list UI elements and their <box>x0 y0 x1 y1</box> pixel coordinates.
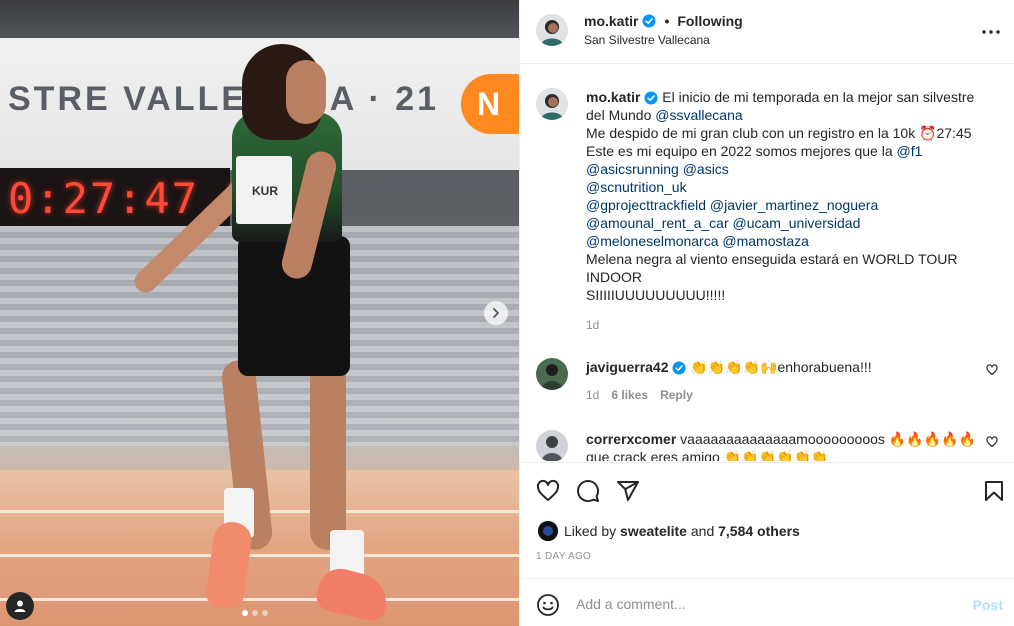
runner-leg <box>310 360 346 550</box>
commenter-username[interactable]: correrxcomer <box>586 431 676 447</box>
race-bib-text: KUR <box>252 184 278 198</box>
post-location[interactable]: San Silvestre Vallecana <box>584 33 710 47</box>
banner-text: STRE VALLECANA · 21 <box>8 80 440 118</box>
caption-line: Me despido de mi gran club con un regist… <box>586 125 972 141</box>
chevron-right-icon <box>493 308 499 318</box>
verified-badge-icon <box>644 91 658 105</box>
commenter-username[interactable]: javiguerra42 <box>586 359 669 375</box>
comments-section[interactable]: mo.katir El inicio de mi temporada en la… <box>520 64 1014 461</box>
reply-button[interactable]: Reply <box>660 388 693 402</box>
author-avatar[interactable] <box>536 14 568 46</box>
mention-link[interactable]: @gprojecttrackfield @javier_martinez_nog… <box>586 196 996 214</box>
commenter-avatar[interactable] <box>536 358 568 390</box>
caption-line-text: Este es mi equipo en 2022 somos mejores … <box>586 143 897 159</box>
author-avatar[interactable] <box>536 88 568 120</box>
verified-badge-icon <box>642 14 656 28</box>
avatar-image <box>536 430 568 461</box>
caption-line: Melena negra al viento enseguida estará … <box>586 251 958 285</box>
post-date[interactable]: 1 DAY AGO <box>536 551 591 562</box>
mention-link[interactable]: @meloneselmonarca @mamostaza <box>586 232 996 250</box>
comment-input[interactable] <box>576 591 956 617</box>
comment-meta: 1d 6 likes Reply <box>586 388 693 402</box>
carousel-dot-active <box>242 610 248 616</box>
likes-summary: Liked by sweatelite and 7,584 others <box>538 521 800 541</box>
post-comment-button[interactable]: Post <box>973 597 1003 613</box>
mention-link[interactable]: @f1 <box>897 143 923 159</box>
comment-body: 👏👏👏👏🙌enhorabuena!!! <box>690 359 872 375</box>
post-photo[interactable]: STRE VALLECANA · 21 N 0:27:47.2 KUR <box>0 0 519 626</box>
user-tag-button[interactable] <box>6 592 34 620</box>
track-lane-line <box>0 554 519 557</box>
race-bib: KUR <box>236 156 292 224</box>
post-header: mo.katir • Following San Silvestre Valle… <box>520 0 1014 64</box>
track-lane-line <box>0 598 519 601</box>
heart-icon[interactable] <box>536 479 560 503</box>
sponsor-logo: N <box>461 74 519 134</box>
likes-prefix: Liked by <box>564 523 621 539</box>
caption-timestamp[interactable]: 1d <box>586 318 599 332</box>
likes-text: Liked by sweatelite and 7,584 others <box>564 523 800 539</box>
following-button[interactable]: Following <box>677 13 742 29</box>
author-username[interactable]: mo.katir <box>584 13 638 29</box>
caption-line: Este es mi equipo en 2022 somos mejores … <box>586 142 996 160</box>
post-actions: Liked by sweatelite and 7,584 others 1 D… <box>520 462 1014 578</box>
avatar-image <box>536 14 568 46</box>
liker-avatar[interactable] <box>538 521 558 541</box>
post-details-panel: mo.katir • Following San Silvestre Valle… <box>519 0 1014 626</box>
commenter-avatar[interactable] <box>536 430 568 461</box>
caption-text: mo.katir El inicio de mi temporada en la… <box>586 88 996 304</box>
likes-count[interactable]: 7,584 others <box>718 523 800 539</box>
carousel-dot <box>262 610 268 616</box>
mention-link[interactable]: @amounal_rent_a_car @ucam_universidad <box>586 214 996 232</box>
share-icon[interactable] <box>616 479 640 503</box>
runner-face <box>286 60 326 124</box>
emoji-icon[interactable] <box>536 593 560 617</box>
comment-text: correrxcomer vaaaaaaaaaaaaaamooooooooos … <box>586 430 986 461</box>
comment-icon[interactable] <box>576 479 600 503</box>
likes-and: and <box>686 523 719 539</box>
next-photo-button[interactable] <box>484 301 508 325</box>
avatar-image <box>536 358 568 390</box>
comment-timestamp[interactable]: 1d <box>586 388 599 402</box>
caption-username[interactable]: mo.katir <box>586 89 640 105</box>
heart-icon[interactable] <box>986 436 998 448</box>
avatar-image <box>536 88 568 120</box>
verified-badge-icon <box>672 361 686 375</box>
add-comment-bar: Post <box>520 578 1014 626</box>
more-options-button[interactable] <box>981 22 1001 42</box>
comment-text: javiguerra42 👏👏👏👏🙌enhorabuena!!! <box>586 358 986 376</box>
mention-link[interactable]: @scnutrition_uk <box>586 178 996 196</box>
caption-line: SIIIIIUUUUUUUUU!!!!! <box>586 287 726 303</box>
caption-line: mo.katir El inicio de mi temporada en la… <box>586 88 996 124</box>
comment-likes[interactable]: 6 likes <box>611 388 648 402</box>
heart-icon[interactable] <box>986 364 998 376</box>
mention-link[interactable]: @ssvallecana <box>655 107 742 123</box>
header-user-row: mo.katir • Following <box>584 13 743 29</box>
carousel-dot <box>252 610 258 616</box>
liked-by-user[interactable]: sweatelite <box>620 523 687 539</box>
carousel-indicator <box>242 610 268 616</box>
header-separator: • <box>664 13 670 29</box>
avatar-image <box>538 521 558 541</box>
bookmark-icon[interactable] <box>982 479 1006 503</box>
more-icon <box>982 30 1000 34</box>
mention-link[interactable]: @asicsrunning @asics <box>586 160 996 178</box>
user-tag-icon <box>14 600 26 612</box>
